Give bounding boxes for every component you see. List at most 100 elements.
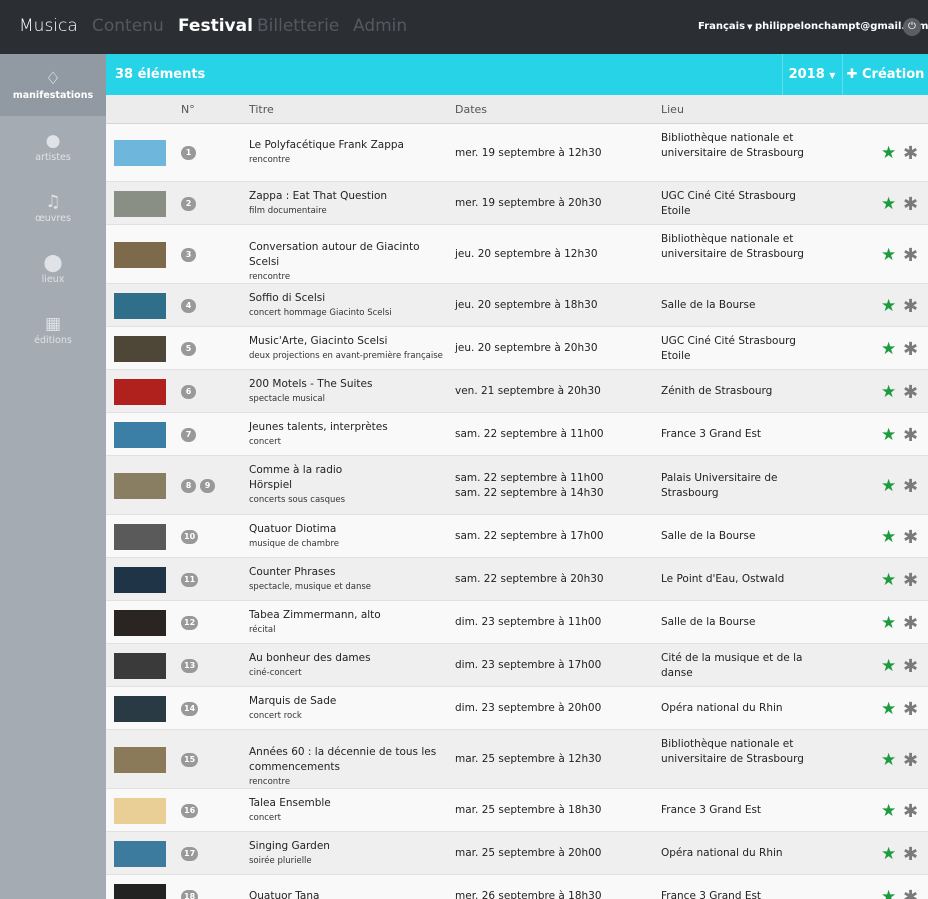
- star-icon[interactable]: ★: [881, 613, 896, 633]
- star-icon[interactable]: ★: [881, 844, 896, 864]
- table-row[interactable]: 7 Jeunes talents, interprètes concert sam. …: [106, 413, 928, 456]
- event-title[interactable]: Conversation autour de Giacinto Scelsi re…: [249, 240, 444, 285]
- event-thumbnail[interactable]: [114, 378, 166, 405]
- settings-icon[interactable]: ✱: [903, 750, 918, 771]
- event-title[interactable]: Années 60 : la décennie de tous les comm…: [249, 745, 444, 790]
- event-thumbnail[interactable]: [114, 609, 166, 636]
- event-thumbnail[interactable]: [114, 695, 166, 722]
- column-header-number[interactable]: N°: [181, 103, 195, 116]
- language-dropdown[interactable]: Français ▼: [698, 21, 752, 32]
- star-icon[interactable]: ★: [881, 194, 896, 214]
- settings-icon[interactable]: ✱: [903, 887, 918, 899]
- nav-admin[interactable]: Admin: [353, 16, 407, 36]
- nav-festival[interactable]: Festival: [178, 16, 253, 36]
- star-icon[interactable]: ★: [881, 887, 896, 899]
- event-thumbnail[interactable]: [114, 421, 166, 448]
- nav-billetterie[interactable]: Billetterie: [257, 16, 339, 36]
- event-thumbnail[interactable]: [114, 566, 166, 593]
- event-title[interactable]: Counter Phrases spectacle, musique et dan…: [249, 565, 444, 595]
- brand-logo[interactable]: Musica: [19, 16, 78, 36]
- event-thumbnail[interactable]: [114, 883, 166, 899]
- event-title[interactable]: Jeunes talents, interprètes concert: [249, 420, 444, 450]
- star-icon[interactable]: ★: [881, 570, 896, 590]
- event-title[interactable]: Au bonheur des dames ciné-concert: [249, 651, 444, 681]
- settings-icon[interactable]: ✱: [903, 570, 918, 591]
- settings-icon[interactable]: ✱: [903, 425, 918, 446]
- star-icon[interactable]: ★: [881, 527, 896, 547]
- column-header-dates[interactable]: Dates: [455, 103, 487, 116]
- star-icon[interactable]: ★: [881, 656, 896, 676]
- table-row[interactable]: 15 Années 60 : la décennie de tous les co…: [106, 730, 928, 789]
- event-title[interactable]: Tabea Zimmermann, alto récital: [249, 608, 444, 638]
- event-thumbnail[interactable]: [114, 840, 166, 867]
- settings-icon[interactable]: ✱: [903, 245, 918, 266]
- settings-icon[interactable]: ✱: [903, 143, 918, 164]
- table-row[interactable]: 14 Marquis de Sade concert rock dim. 23 sep…: [106, 687, 928, 730]
- event-thumbnail[interactable]: [114, 335, 166, 362]
- event-title[interactable]: Marquis de Sade concert rock: [249, 694, 444, 724]
- year-dropdown[interactable]: 2018 ▼: [782, 54, 841, 95]
- table-row[interactable]: 2 Zappa : Eat That Question film documenta…: [106, 182, 928, 225]
- table-row[interactable]: 6 200 Motels - The Suites spectacle musica…: [106, 370, 928, 413]
- settings-icon[interactable]: ✱: [903, 339, 918, 360]
- event-title[interactable]: Comme à la radio Hörspiel concerts sous ca…: [249, 463, 444, 508]
- settings-icon[interactable]: ✱: [903, 801, 918, 822]
- star-icon[interactable]: ★: [881, 339, 896, 359]
- sidebar-item-oeuvres[interactable]: ♫ œuvres: [0, 191, 106, 224]
- star-icon[interactable]: ★: [881, 143, 896, 163]
- table-row[interactable]: 13 Au bonheur des dames ciné-concert dim. 2…: [106, 644, 928, 687]
- table-row[interactable]: 16 Talea Ensemble concert mar. 25 septembre…: [106, 789, 928, 832]
- event-thumbnail[interactable]: [114, 797, 166, 824]
- create-button[interactable]: ✚ Création: [842, 54, 928, 95]
- column-header-titre[interactable]: Titre: [249, 103, 274, 116]
- settings-icon[interactable]: ✱: [903, 194, 918, 215]
- settings-icon[interactable]: ✱: [903, 844, 918, 865]
- sidebar-item-manifestations[interactable]: ♢ manifestations: [0, 54, 106, 116]
- sidebar-item-editions[interactable]: ▦ éditions: [0, 313, 106, 346]
- event-thumbnail[interactable]: [114, 241, 166, 268]
- column-header-lieu[interactable]: Lieu: [661, 103, 684, 116]
- event-thumbnail[interactable]: [114, 652, 166, 679]
- table-row[interactable]: 12 Tabea Zimmermann, alto récital dim. 23 s…: [106, 601, 928, 644]
- settings-icon[interactable]: ✱: [903, 613, 918, 634]
- star-icon[interactable]: ★: [881, 382, 896, 402]
- event-title[interactable]: Le Polyfacétique Frank Zappa rencontre: [249, 138, 444, 168]
- star-icon[interactable]: ★: [881, 476, 896, 496]
- table-row[interactable]: 10 Quatuor Diotima musique de chambre sam. …: [106, 515, 928, 558]
- settings-icon[interactable]: ✱: [903, 296, 918, 317]
- event-thumbnail[interactable]: [114, 292, 166, 319]
- event-thumbnail[interactable]: [114, 746, 166, 773]
- table-row[interactable]: 4 Soffio di Scelsi concert hommage Giacint…: [106, 284, 928, 327]
- table-row[interactable]: 5 Music'Arte, Giacinto Scelsi deux project…: [106, 327, 928, 370]
- table-row[interactable]: 8 9 Comme à la radio Hörspiel concerts sous …: [106, 456, 928, 515]
- star-icon[interactable]: ★: [881, 750, 896, 770]
- event-thumbnail[interactable]: [114, 140, 166, 166]
- sidebar-item-lieux[interactable]: ⬤ lieux: [0, 252, 106, 285]
- table-row[interactable]: 18 Quatuor Tana mer. 26 septembre à 18h30 F…: [106, 875, 928, 899]
- event-title[interactable]: Quatuor Tana: [249, 889, 444, 899]
- settings-icon[interactable]: ✱: [903, 476, 918, 497]
- table-row[interactable]: 11 Counter Phrases spectacle, musique et d…: [106, 558, 928, 601]
- settings-icon[interactable]: ✱: [903, 527, 918, 548]
- event-title[interactable]: Quatuor Diotima musique de chambre: [249, 522, 444, 552]
- event-title[interactable]: Music'Arte, Giacinto Scelsi deux projecti…: [249, 334, 444, 364]
- settings-icon[interactable]: ✱: [903, 382, 918, 403]
- event-title[interactable]: Soffio di Scelsi concert hommage Giacinto…: [249, 291, 444, 321]
- star-icon[interactable]: ★: [881, 801, 896, 821]
- event-thumbnail[interactable]: [114, 523, 166, 550]
- table-row[interactable]: 3 Conversation autour de Giacinto Scelsi r…: [106, 225, 928, 284]
- sidebar-item-artistes[interactable]: ● artistes: [0, 130, 106, 163]
- settings-icon[interactable]: ✱: [903, 656, 918, 677]
- star-icon[interactable]: ★: [881, 245, 896, 265]
- star-icon[interactable]: ★: [881, 296, 896, 316]
- star-icon[interactable]: ★: [881, 699, 896, 719]
- event-title[interactable]: Talea Ensemble concert: [249, 796, 444, 826]
- power-icon[interactable]: ⏻: [903, 18, 921, 36]
- event-title[interactable]: 200 Motels - The Suites spectacle musical: [249, 377, 444, 407]
- settings-icon[interactable]: ✱: [903, 699, 918, 720]
- event-title[interactable]: Zappa : Eat That Question film documentai…: [249, 189, 444, 219]
- event-title[interactable]: Singing Garden soirée plurielle: [249, 839, 444, 869]
- event-thumbnail[interactable]: [114, 190, 166, 217]
- table-row[interactable]: 1 Le Polyfacétique Frank Zappa rencontre me…: [106, 124, 928, 182]
- event-thumbnail[interactable]: [114, 472, 166, 499]
